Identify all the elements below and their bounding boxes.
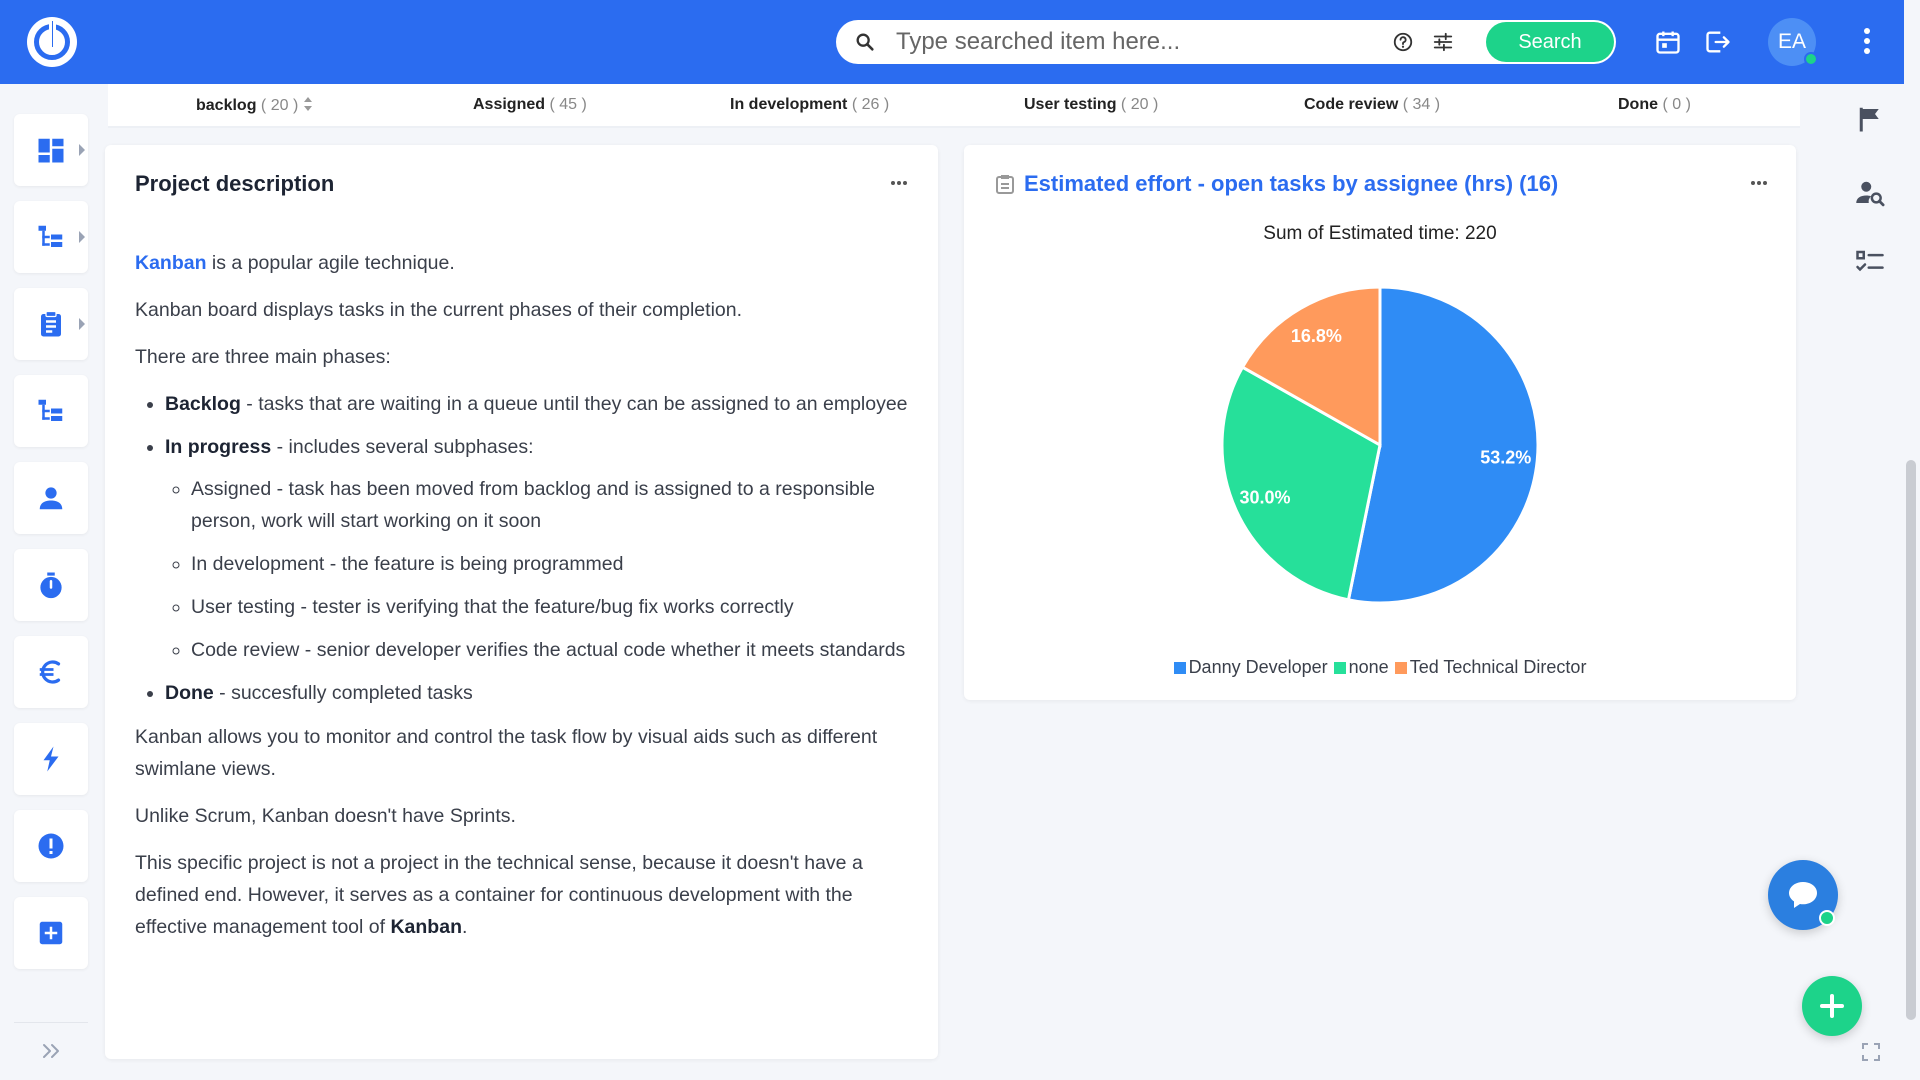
list-item: In development - the feature is being pr… [191, 548, 915, 580]
sidebar-item-actions[interactable] [14, 723, 88, 795]
chat-bubble-icon [1789, 882, 1817, 908]
quick-add-button[interactable] [1802, 976, 1862, 1036]
submenu-arrow-icon [79, 144, 85, 156]
desc-paragraph: There are three main phases: [135, 346, 391, 368]
phase-user-testing[interactable]: User testing ( 20 ) [1024, 96, 1158, 114]
help-icon[interactable] [1392, 31, 1414, 53]
pie-data-label: 16.8% [1291, 326, 1342, 346]
user-icon [39, 487, 63, 510]
phase-assigned[interactable]: Assigned ( 45 ) [473, 96, 587, 114]
flag-icon[interactable] [1855, 104, 1885, 134]
legend-item[interactable]: Ted Technical Director [1394, 657, 1587, 678]
chat-button[interactable] [1768, 860, 1838, 930]
euro-icon [39, 660, 61, 684]
pie-data-label: 53.2% [1480, 448, 1531, 468]
phases-list: Backlog - tasks that are waiting in a qu… [165, 388, 915, 709]
calendar-icon[interactable] [1654, 28, 1682, 56]
list-item: Backlog - tasks that are waiting in a qu… [165, 388, 915, 420]
submenu-arrow-icon [79, 318, 85, 330]
sidebar-item-dashboard[interactable] [14, 114, 88, 186]
pie-chart: 53.2% 30.0% 16.8% [1220, 285, 1540, 605]
left-sidebar [0, 84, 100, 1080]
chart-legend: Danny Developer none Ted Technical Directo… [964, 657, 1796, 678]
app-logo[interactable] [27, 17, 77, 67]
phase-done[interactable]: Done ( 0 ) [1618, 96, 1691, 114]
online-status-dot [1804, 52, 1818, 66]
alert-icon [38, 833, 64, 859]
sidebar-item-finance[interactable] [14, 636, 88, 708]
list-item: Code review - senior developer verifies … [191, 634, 915, 666]
sidebar-item-tasks[interactable] [14, 288, 88, 360]
desc-intro: Kanban is a popular agile technique. [135, 252, 455, 274]
desc-paragraph: Kanban board displays tasks in the curre… [135, 299, 743, 321]
phase-code-review[interactable]: Code review ( 34 ) [1304, 96, 1440, 114]
desc-paragraph: Unlike Scrum, Kanban doesn't have Sprint… [135, 805, 516, 827]
estimated-effort-card: Estimated effort - open tasks by assigne… [964, 145, 1796, 700]
more-horizontal-icon[interactable] [1750, 180, 1768, 186]
phase-backlog[interactable]: backlog ( 20 ) [196, 96, 313, 115]
sidebar-item-users[interactable] [14, 462, 88, 534]
legend-swatch [1333, 662, 1346, 674]
avatar-initials: EA [1777, 30, 1806, 53]
user-avatar[interactable]: EA [1768, 18, 1818, 66]
search-icon [856, 33, 874, 51]
sidebar-item-issues[interactable] [14, 810, 88, 882]
checklist-icon[interactable] [1855, 247, 1885, 277]
card-title: Project description [135, 171, 335, 196]
lightning-icon [43, 746, 59, 772]
top-bar: Search EA [0, 0, 1904, 84]
desc-paragraph: Kanban allows you to monitor and control… [135, 726, 878, 780]
fullscreen-icon[interactable] [1862, 1043, 1880, 1061]
sidebar-item-add[interactable] [14, 897, 88, 969]
legend-item[interactable]: none [1333, 657, 1389, 678]
legend-swatch [1394, 662, 1407, 674]
chart-title[interactable]: Estimated effort - open tasks by assigne… [1024, 171, 1558, 197]
legend-label: Danny Developer [1188, 657, 1328, 677]
kanban-link[interactable]: Kanban [135, 252, 207, 274]
sidebar-divider [14, 1022, 88, 1023]
legend-swatch [1173, 662, 1186, 674]
submenu-arrow-icon [79, 231, 85, 243]
plus-icon [1820, 994, 1844, 1018]
subphases-list: Assigned - task has been moved from back… [191, 473, 915, 666]
sidebar-item-projects[interactable] [14, 201, 88, 273]
sidebar-item-time[interactable] [14, 549, 88, 621]
chart-subtitle: Sum of Estimated time: 220 [1263, 223, 1497, 244]
expand-sidebar-icon[interactable] [40, 1042, 64, 1060]
phase-in-development[interactable]: In development ( 26 ) [730, 96, 889, 114]
hierarchy-icon [38, 399, 63, 421]
kanban-phase-header: backlog ( 20 ) Assigned ( 45 ) In develo… [108, 84, 1800, 128]
more-vertical-icon[interactable] [1860, 26, 1874, 56]
search-button[interactable]: Search [1486, 22, 1614, 62]
page-scrollbar[interactable] [1906, 460, 1916, 1020]
sidebar-item-structure[interactable] [14, 375, 88, 447]
sort-icon[interactable] [303, 96, 313, 112]
tune-icon[interactable] [1432, 31, 1454, 53]
add-box-icon [39, 921, 63, 945]
timer-icon [40, 572, 62, 599]
legend-item[interactable]: Danny Developer [1173, 657, 1328, 678]
report-icon [996, 175, 1014, 194]
list-item: In progress - includes several subphases… [165, 431, 915, 666]
list-item: Assigned - task has been moved from back… [191, 473, 915, 537]
user-search-icon[interactable] [1855, 178, 1885, 208]
hierarchy-icon [38, 225, 63, 247]
list-item: Done - succesfully completed tasks [165, 677, 915, 709]
legend-label: Ted Technical Director [1409, 657, 1587, 677]
pie-data-label: 30.0% [1239, 487, 1290, 507]
more-horizontal-icon[interactable] [890, 180, 908, 186]
dashboard-icon [38, 138, 64, 163]
project-description-card: Project description Kanban is a popular … [105, 145, 938, 1059]
search-input[interactable] [896, 26, 1396, 58]
list-item: User testing - tester is verifying that … [191, 591, 915, 623]
description-body: Kanban is a popular agile technique. Kan… [135, 247, 915, 958]
clipboard-icon [41, 310, 61, 337]
chat-online-dot [1819, 910, 1835, 926]
logout-icon[interactable] [1704, 28, 1732, 56]
desc-paragraph: This specific project is not a project i… [135, 852, 863, 938]
legend-label: none [1348, 657, 1389, 677]
